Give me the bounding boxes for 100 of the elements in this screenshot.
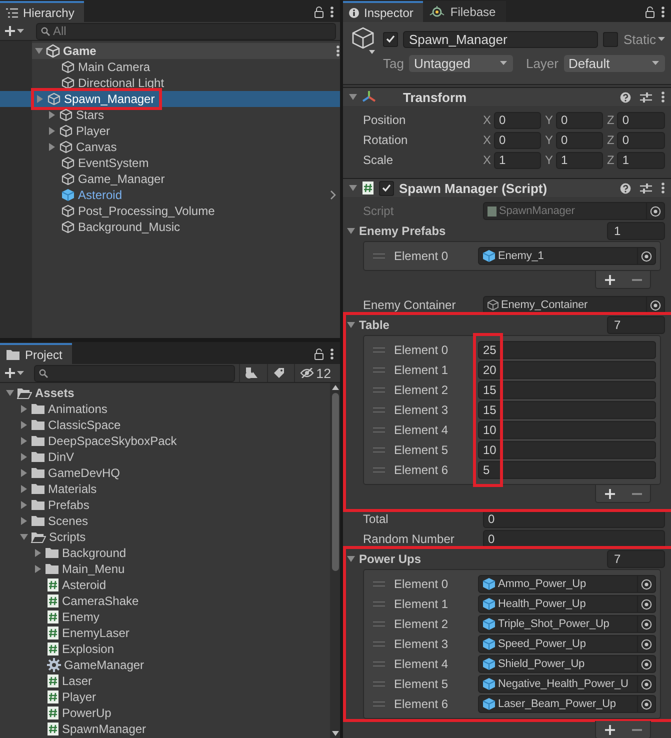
project-item[interactable]: Materials bbox=[0, 481, 330, 497]
drag-handle-icon[interactable] bbox=[373, 681, 385, 687]
project-item[interactable]: Scripts bbox=[0, 529, 330, 545]
drag-handle-icon[interactable] bbox=[373, 427, 385, 433]
hierarchy-item[interactable]: Player bbox=[0, 123, 340, 139]
lock-icon[interactable] bbox=[314, 348, 324, 360]
project-item[interactable]: Scenes bbox=[0, 513, 330, 529]
enabled-checkbox[interactable] bbox=[379, 180, 394, 196]
drag-handle-icon[interactable] bbox=[373, 467, 385, 473]
project-item[interactable]: Player bbox=[0, 689, 330, 705]
panel-tab[interactable]: Filebase bbox=[423, 1, 506, 22]
help-icon[interactable] bbox=[620, 92, 631, 102]
project-item[interactable]: Main_Menu bbox=[0, 561, 330, 577]
number-field[interactable]: 1 bbox=[617, 152, 665, 168]
project-item[interactable]: Enemy bbox=[0, 609, 330, 625]
project-item[interactable]: DeepSpaceSkyboxPack bbox=[0, 433, 330, 449]
scene-header[interactable]: Game bbox=[32, 43, 340, 59]
tag-dropdown[interactable]: Untagged bbox=[408, 54, 513, 72]
object-field[interactable]: Triple_Shot_Power_Up bbox=[478, 615, 656, 633]
list-size-field[interactable]: 7 bbox=[607, 550, 665, 568]
static-dropdown[interactable]: Static bbox=[623, 32, 665, 46]
list-header[interactable]: Power Ups 7 bbox=[347, 549, 665, 569]
more-options-icon[interactable] bbox=[330, 348, 334, 360]
number-field[interactable]: 25 bbox=[478, 341, 656, 359]
more-options-icon[interactable] bbox=[661, 91, 665, 103]
active-checkbox[interactable] bbox=[383, 32, 398, 46]
drag-handle-icon[interactable] bbox=[373, 447, 385, 453]
expanded-arrow-icon[interactable] bbox=[347, 555, 355, 563]
object-field[interactable]: Ammo_Power_Up bbox=[478, 575, 656, 593]
drag-handle-icon[interactable] bbox=[373, 641, 385, 647]
static-checkbox[interactable] bbox=[603, 32, 618, 46]
number-field[interactable]: 1 bbox=[556, 152, 603, 168]
project-item[interactable]: Assets bbox=[0, 385, 330, 401]
project-item[interactable]: GameManager bbox=[0, 657, 330, 673]
expanded-arrow-icon[interactable] bbox=[347, 321, 355, 329]
more-options-icon[interactable] bbox=[661, 182, 665, 194]
sliders-icon[interactable] bbox=[640, 92, 652, 102]
gameobject-cube-icon[interactable] bbox=[351, 26, 377, 56]
object-field[interactable]: Laser_Beam_Power_Up bbox=[478, 695, 656, 713]
project-item[interactable]: Prefabs bbox=[0, 497, 330, 513]
project-item[interactable]: Laser bbox=[0, 673, 330, 689]
hierarchy-item[interactable]: Stars bbox=[0, 107, 340, 123]
expanded-arrow-icon[interactable] bbox=[347, 227, 355, 235]
drag-handle-icon[interactable] bbox=[373, 253, 385, 259]
scrollbar-thumb[interactable] bbox=[332, 393, 338, 571]
object-field[interactable]: Speed_Power_Up bbox=[478, 635, 656, 653]
hierarchy-item[interactable]: EventSystem bbox=[0, 155, 340, 171]
more-options-icon[interactable] bbox=[330, 6, 334, 18]
drag-handle-icon[interactable] bbox=[373, 661, 385, 667]
component-header[interactable]: Spawn Manager (Script) bbox=[343, 178, 671, 197]
expanded-arrow-icon[interactable] bbox=[349, 93, 357, 101]
object-field[interactable]: Negative_Health_Power_U bbox=[478, 675, 656, 693]
object-field[interactable]: Enemy_1 bbox=[478, 247, 656, 265]
number-field[interactable]: 15 bbox=[478, 401, 656, 419]
drag-handle-icon[interactable] bbox=[373, 387, 385, 393]
expanded-arrow-icon[interactable] bbox=[20, 533, 28, 541]
list-size-field[interactable]: 1 bbox=[607, 222, 665, 240]
project-item[interactable]: Animations bbox=[0, 401, 330, 417]
drag-handle-icon[interactable] bbox=[373, 621, 385, 627]
hierarchy-tab[interactable]: Hierarchy bbox=[0, 1, 84, 22]
panel-tab[interactable]: Inspector bbox=[343, 1, 424, 22]
object-field[interactable]: Health_Power_Up bbox=[478, 595, 656, 613]
drag-handle-icon[interactable] bbox=[373, 601, 385, 607]
expanded-arrow-icon[interactable] bbox=[6, 389, 14, 397]
hierarchy-item[interactable]: Canvas bbox=[0, 139, 340, 155]
component-header[interactable]: Transform bbox=[343, 87, 671, 106]
help-icon[interactable] bbox=[620, 182, 631, 194]
project-item[interactable]: ClassicSpace bbox=[0, 417, 330, 433]
number-field[interactable]: 0 bbox=[494, 132, 541, 148]
sliders-icon[interactable] bbox=[640, 182, 652, 194]
hierarchy-item[interactable]: Main Camera bbox=[0, 59, 340, 75]
number-field[interactable]: 0 bbox=[617, 132, 665, 148]
project-item[interactable]: CameraShake bbox=[0, 593, 330, 609]
hierarchy-item[interactable]: Game_Manager bbox=[0, 171, 340, 187]
project-item[interactable]: DinV bbox=[0, 449, 330, 465]
number-field[interactable]: 0 bbox=[556, 112, 603, 128]
search-field[interactable] bbox=[34, 364, 236, 382]
object-field[interactable]: Shield_Power_Up bbox=[478, 655, 656, 673]
search-field[interactable]: All bbox=[36, 22, 336, 40]
more-options-icon[interactable] bbox=[336, 45, 340, 57]
more-options-icon[interactable] bbox=[661, 6, 665, 18]
number-field[interactable]: 10 bbox=[478, 441, 656, 459]
hierarchy-item[interactable]: Spawn_Manager bbox=[0, 91, 340, 107]
scroll-down-icon[interactable] bbox=[332, 731, 338, 736]
number-field[interactable]: 15 bbox=[478, 381, 656, 399]
number-field[interactable]: 1 bbox=[494, 152, 541, 168]
hierarchy-item[interactable]: Post_Processing_Volume bbox=[0, 203, 340, 219]
hidden-packages-button[interactable]: 12 bbox=[294, 364, 336, 382]
drag-handle-icon[interactable] bbox=[373, 347, 385, 353]
number-field[interactable]: 5 bbox=[478, 461, 656, 479]
list-header[interactable]: Table 7 bbox=[347, 315, 665, 335]
list-header[interactable]: Enemy Prefabs 1 bbox=[347, 221, 665, 241]
expanded-arrow-icon[interactable] bbox=[349, 184, 357, 192]
project-item[interactable]: Background bbox=[0, 545, 330, 561]
project-item[interactable]: Explosion bbox=[0, 641, 330, 657]
lock-icon[interactable] bbox=[314, 6, 324, 18]
hierarchy-item[interactable]: Asteroid bbox=[0, 187, 340, 203]
number-field[interactable]: 20 bbox=[478, 361, 656, 379]
scroll-up-icon[interactable] bbox=[332, 385, 338, 390]
project-item[interactable]: GameDevHQ bbox=[0, 465, 330, 481]
